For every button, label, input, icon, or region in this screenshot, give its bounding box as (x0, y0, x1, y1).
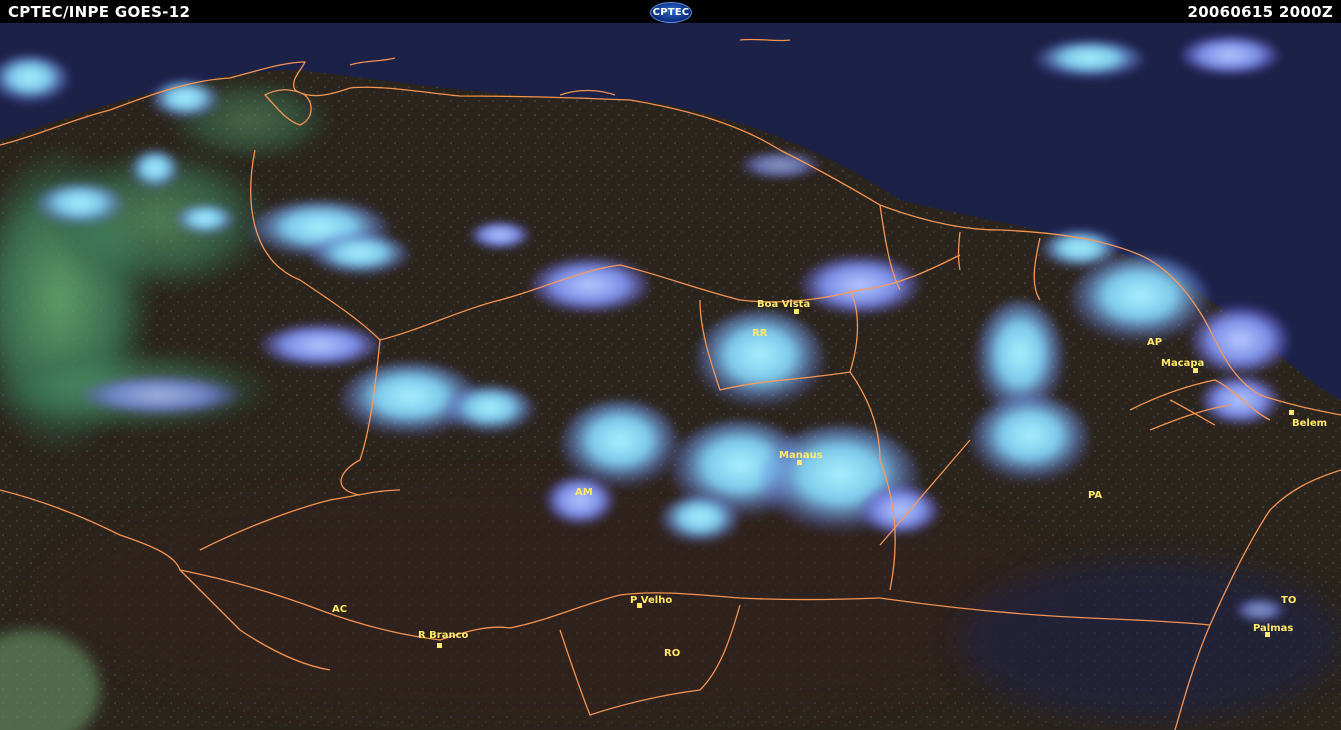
city-label: P Velho (630, 595, 672, 606)
satellite-map: Boa Vista Macapa Belem Manaus P Velho R … (0, 23, 1341, 730)
city-label: Manaus (779, 450, 823, 461)
header-bar: CPTEC/INPE GOES-12 CPTEC 20060615 2000Z (0, 0, 1341, 23)
city-label: Belem (1292, 418, 1327, 429)
city-label: R Branco (418, 630, 469, 641)
satellite-title: CPTEC/INPE GOES-12 (8, 3, 191, 21)
satellite-image-frame: CPTEC/INPE GOES-12 CPTEC 20060615 2000Z (0, 0, 1341, 730)
state-label-ac: AC (332, 604, 347, 615)
city-label: Boa Vista (757, 299, 810, 310)
state-label-to: TO (1281, 595, 1296, 606)
state-label-ro: RO (664, 648, 680, 659)
state-label-pa: PA (1088, 490, 1102, 501)
cptec-logo: CPTEC (650, 2, 692, 23)
state-label-am: AM (575, 487, 593, 498)
state-label-ap: AP (1147, 337, 1162, 348)
city-dot (437, 643, 442, 648)
state-label-rr: RR (752, 328, 768, 339)
city-label: Palmas (1253, 623, 1293, 634)
city-dot (1289, 410, 1294, 415)
city-label: Macapa (1161, 358, 1204, 369)
timestamp: 20060615 2000Z (1187, 3, 1333, 21)
